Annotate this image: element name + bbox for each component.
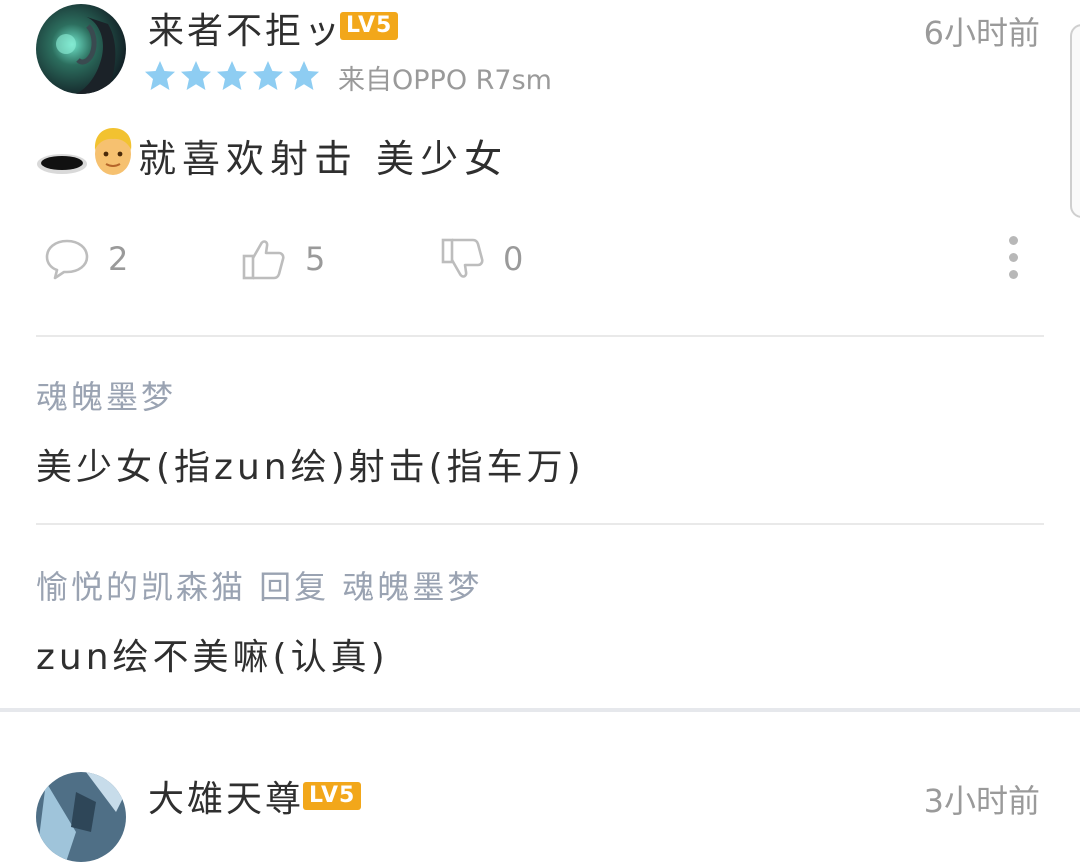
thumbs-up-icon[interactable] — [241, 236, 287, 282]
reply-text: zun绘不美嘛(认真) — [36, 637, 389, 678]
star-icon — [253, 61, 283, 90]
post-time: 6小时前 — [923, 14, 1040, 52]
divider — [36, 523, 1044, 525]
reply-text: 美少女(指zun绘)射击(指车万) — [36, 447, 585, 488]
level-badge: LV5 — [340, 12, 399, 40]
star-icon — [289, 61, 319, 90]
divider — [36, 335, 1044, 337]
device-source: 来自OPPO R7sm — [338, 65, 552, 96]
thumbs-down-icon[interactable] — [440, 236, 486, 282]
comment-icon[interactable] — [44, 236, 90, 282]
post-time: 3小时前 — [923, 782, 1040, 820]
star-icon — [217, 61, 247, 90]
more-options-icon[interactable] — [1006, 236, 1022, 280]
like-count: 5 — [305, 240, 326, 278]
reply-author[interactable]: 愉悦的凯森猫 回复 魂魄墨梦 — [36, 562, 482, 608]
level-badge: LV5 — [303, 782, 362, 810]
comment-count: 2 — [108, 240, 129, 278]
star-icon — [145, 61, 175, 90]
post-username[interactable]: 来者不拒ッ — [148, 2, 343, 54]
dislike-count: 0 — [503, 240, 524, 278]
avatar[interactable] — [36, 4, 126, 94]
post-content: 就喜欢射击 美少女 — [138, 137, 509, 181]
scroll-handle[interactable] — [1070, 24, 1080, 218]
hole-emoji-icon — [37, 154, 87, 174]
avatar[interactable] — [36, 772, 126, 862]
reply-author[interactable]: 魂魄墨梦 — [36, 372, 176, 418]
post-separator — [0, 708, 1080, 712]
star-icon — [181, 61, 211, 90]
man-emoji-icon — [94, 128, 132, 175]
post-username[interactable]: 大雄天尊 — [148, 770, 304, 822]
